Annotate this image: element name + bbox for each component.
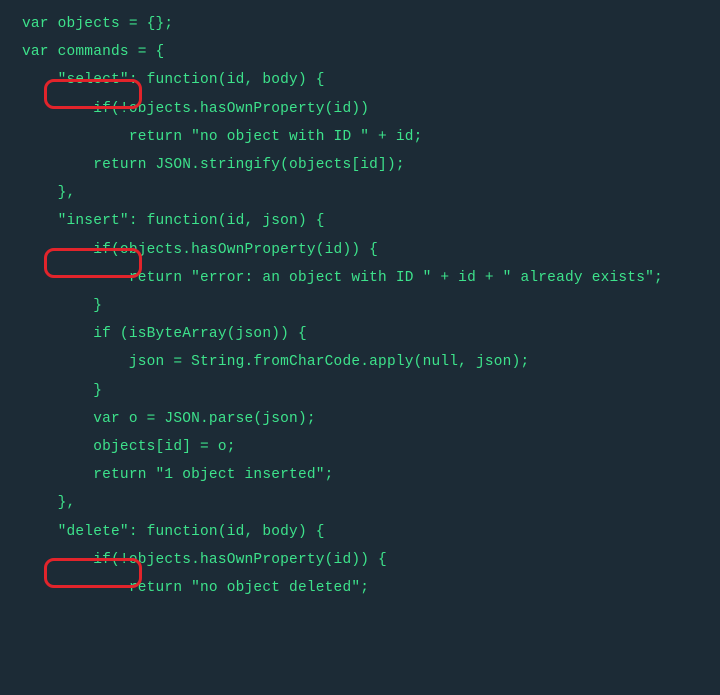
code-line: } — [22, 298, 102, 314]
code-line: "delete": function(id, body) { — [22, 524, 325, 540]
code-line: }, — [22, 185, 75, 201]
code-line: return "1 object inserted"; — [22, 467, 334, 483]
code-line: return JSON.stringify(objects[id]); — [22, 157, 405, 173]
code-line: if(!objects.hasOwnProperty(id)) — [22, 101, 369, 117]
code-line: "select": function(id, body) { — [22, 72, 325, 88]
code-line: var objects = {}; — [22, 16, 173, 32]
code-line: return "error: an object with ID " + id … — [22, 270, 663, 286]
code-line: if(objects.hasOwnProperty(id)) { — [22, 242, 378, 258]
code-line: json = String.fromCharCode.apply(null, j… — [22, 354, 529, 370]
code-line: "insert": function(id, json) { — [22, 213, 325, 229]
code-block: var objects = {}; var commands = { "sele… — [0, 0, 720, 602]
code-line: return "no object deleted"; — [22, 580, 369, 596]
code-line: return "no object with ID " + id; — [22, 129, 423, 145]
code-line: var commands = { — [22, 44, 164, 60]
code-line: if(!objects.hasOwnProperty(id)) { — [22, 552, 387, 568]
code-line: } — [22, 383, 102, 399]
code-line: if (isByteArray(json)) { — [22, 326, 307, 342]
code-line: objects[id] = o; — [22, 439, 236, 455]
code-line: }, — [22, 495, 75, 511]
code-line: var o = JSON.parse(json); — [22, 411, 316, 427]
